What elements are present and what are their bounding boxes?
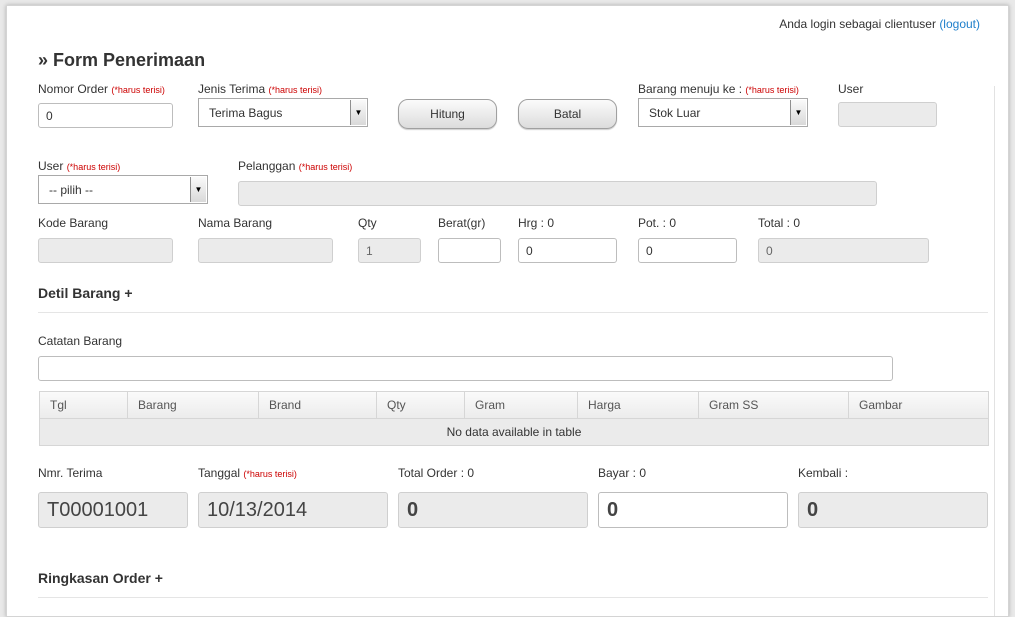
user-top-label: User <box>838 82 864 96</box>
total-label: Total : 0 <box>758 216 801 230</box>
hrg-label: Hrg : 0 <box>518 216 555 230</box>
kembali-input: 0 <box>798 492 988 528</box>
detil-barang-toggle[interactable]: Detil Barang + <box>38 285 133 301</box>
column-header-harga[interactable]: Harga <box>578 392 699 418</box>
nmr-terima-input: T00001001 <box>38 492 188 528</box>
catatan-barang-label: Catatan Barang <box>38 334 123 348</box>
barang-table: Tgl Barang Brand Qty Gram Harga Gram SS … <box>39 391 989 446</box>
kode-barang-input <box>38 238 173 263</box>
column-header-qty[interactable]: Qty <box>377 392 465 418</box>
barang-menuju-value: Stok Luar <box>649 105 701 120</box>
nmr-terima-label: Nmr. Terima <box>38 466 103 480</box>
content-border <box>994 86 995 616</box>
chevron-down-icon[interactable]: ▼ <box>790 100 806 125</box>
column-header-gram[interactable]: Gram <box>465 392 578 418</box>
pot-input[interactable]: 0 <box>638 238 737 263</box>
berat-input[interactable] <box>438 238 501 263</box>
nama-barang-input <box>198 238 333 263</box>
catatan-barang-input[interactable] <box>38 356 893 381</box>
batal-button[interactable]: Batal <box>518 99 617 129</box>
chevron-down-icon[interactable]: ▼ <box>190 177 206 202</box>
main-panel: Anda login sebagai clientuser (logout) »… <box>6 5 1009 617</box>
page-title: » Form Penerimaan <box>38 50 206 70</box>
table-empty-row: No data available in table <box>40 419 988 445</box>
pelanggan-label: Pelanggan (*harus terisi) <box>238 159 353 173</box>
column-header-barang[interactable]: Barang <box>128 392 259 418</box>
divider <box>38 597 988 598</box>
total-order-label: Total Order : 0 <box>398 466 475 480</box>
total-order-input: 0 <box>398 492 588 528</box>
jenis-terima-select[interactable]: Terima Bagus ▼ <box>198 98 368 127</box>
bayar-label: Bayar : 0 <box>598 466 647 480</box>
divider <box>38 312 988 313</box>
user-select[interactable]: -- pilih -- ▼ <box>38 175 208 204</box>
column-header-brand[interactable]: Brand <box>259 392 377 418</box>
table-header: Tgl Barang Brand Qty Gram Harga Gram SS … <box>40 392 988 419</box>
berat-label: Berat(gr) <box>438 216 486 230</box>
nama-barang-label: Nama Barang <box>198 216 273 230</box>
login-text: Anda login sebagai clientuser <box>779 17 936 31</box>
user-select-label: User (*harus terisi) <box>38 159 121 173</box>
total-input: 0 <box>758 238 929 263</box>
barang-menuju-label: Barang menuju ke : (*harus terisi) <box>638 82 799 96</box>
column-header-gram-ss[interactable]: Gram SS <box>699 392 849 418</box>
column-header-gambar[interactable]: Gambar <box>849 392 988 418</box>
pot-label: Pot. : 0 <box>638 216 677 230</box>
kode-barang-label: Kode Barang <box>38 216 109 230</box>
qty-label: Qty <box>358 216 377 230</box>
kembali-label: Kembali : <box>798 466 849 480</box>
column-header-tgl[interactable]: Tgl <box>40 392 128 418</box>
bayar-input[interactable]: 0 <box>598 492 788 528</box>
jenis-terima-value: Terima Bagus <box>209 105 283 120</box>
ringkasan-order-toggle[interactable]: Ringkasan Order + <box>38 570 163 586</box>
hrg-input[interactable]: 0 <box>518 238 617 263</box>
tanggal-input[interactable]: 10/13/2014 <box>198 492 388 528</box>
chevron-down-icon[interactable]: ▼ <box>350 100 366 125</box>
logout-link[interactable]: (logout) <box>939 17 980 31</box>
nomor-order-label: Nomor Order (*harus terisi) <box>38 82 165 96</box>
hitung-button[interactable]: Hitung <box>398 99 497 129</box>
login-status: Anda login sebagai clientuser (logout) <box>779 17 980 31</box>
nomor-order-input[interactable]: 0 <box>38 103 173 128</box>
pelanggan-input <box>238 181 877 206</box>
jenis-terima-label: Jenis Terima (*harus terisi) <box>198 82 322 96</box>
user-top-input <box>838 102 937 127</box>
barang-menuju-select[interactable]: Stok Luar ▼ <box>638 98 808 127</box>
tanggal-label: Tanggal (*harus terisi) <box>198 466 297 480</box>
qty-input: 1 <box>358 238 421 263</box>
user-select-value: -- pilih -- <box>49 182 93 197</box>
